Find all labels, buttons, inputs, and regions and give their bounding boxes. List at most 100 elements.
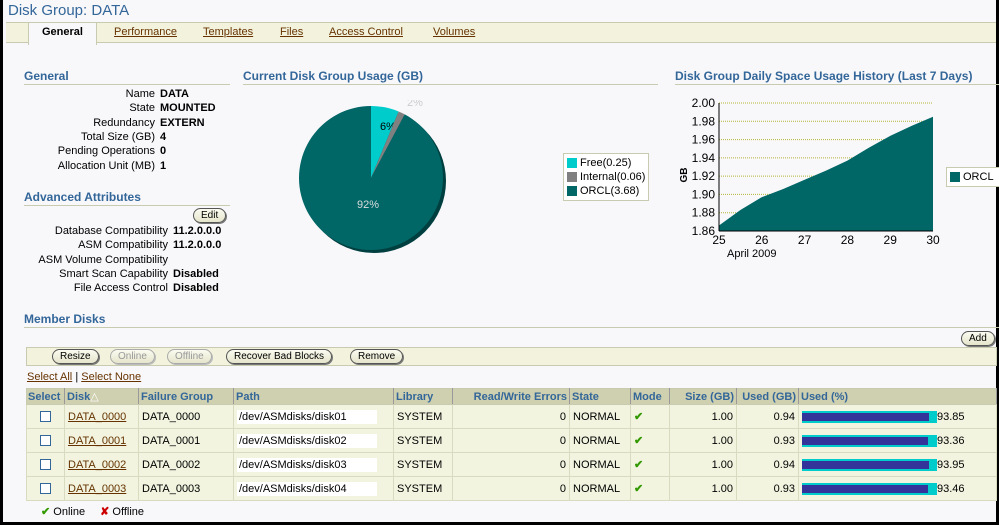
property-value: DATA xyxy=(160,88,189,100)
mode-legend: ✔ Online ✘ Offline xyxy=(41,505,144,518)
disk-link[interactable]: DATA_0003 xyxy=(68,483,126,495)
disk-link[interactable]: DATA_0000 xyxy=(68,411,126,423)
property-row: Database Compatibility 11.2.0.0.0 xyxy=(3,225,221,239)
y-tick-label: 1.94 xyxy=(692,151,716,165)
table-row: DATA_0003 DATA_0003/dev/ASMdisks/disk04 SY… xyxy=(26,476,997,501)
area-series-orcl xyxy=(719,116,933,231)
resize-button[interactable]: Resize xyxy=(52,349,99,364)
property-value: 1 xyxy=(160,159,167,172)
remove-button[interactable]: Remove xyxy=(350,349,404,364)
column-header-used-pct[interactable]: Used (%) xyxy=(798,388,997,405)
pie-divider xyxy=(243,84,658,85)
disk-link[interactable]: DATA_0001 xyxy=(68,435,126,447)
path-value: /dev/ASMdisks/disk04 xyxy=(237,481,377,496)
path-cell: /dev/ASMdisks/disk04 xyxy=(233,476,394,501)
column-header-disk[interactable]: Disk△ xyxy=(64,388,139,405)
library-cell: SYSTEM xyxy=(393,428,453,453)
online-button[interactable]: Online xyxy=(110,349,155,364)
path-cell: /dev/ASMdisks/disk03 xyxy=(233,452,394,477)
state-cell: NORMAL xyxy=(569,476,631,501)
state-cell: NORMAL xyxy=(569,404,631,429)
select-none-link[interactable]: Select None xyxy=(81,371,141,383)
column-header-library[interactable]: Library xyxy=(393,388,453,405)
column-header-state[interactable]: State xyxy=(569,388,631,405)
property-label: Name xyxy=(125,88,155,100)
property-value: Disabled xyxy=(173,267,219,280)
column-header-mode[interactable]: Mode xyxy=(630,388,670,405)
errors-cell: 0 xyxy=(452,404,570,429)
column-header-used-gb[interactable]: Used (GB) xyxy=(736,388,799,405)
y-axis-label: GB xyxy=(679,168,690,183)
select-cell xyxy=(26,476,65,501)
recover-bad-blocks-button[interactable]: Recover Bad Blocks xyxy=(226,349,333,364)
column-header-read-write-errors[interactable]: Read/Write Errors xyxy=(452,388,570,405)
legend-item-orcl: ORCL xyxy=(950,170,999,184)
path-cell: /dev/ASMdisks/disk01 xyxy=(233,404,394,429)
used-gb-cell: 0.94 xyxy=(736,404,799,429)
row-checkbox[interactable] xyxy=(40,483,51,495)
online-check-icon: ✔ xyxy=(634,459,644,471)
tab-volumes[interactable]: Volumes xyxy=(433,23,475,43)
legend-swatch xyxy=(567,158,577,168)
disk-cell: DATA_0003 xyxy=(64,476,139,501)
tab-performance[interactable]: Performance xyxy=(114,23,177,43)
property-row: ASM Volume Compatibility xyxy=(3,254,168,268)
online-check-icon: ✔ xyxy=(634,483,644,495)
usage-bar-fill xyxy=(802,484,929,493)
row-checkbox[interactable] xyxy=(40,411,51,423)
size-cell: 1.00 xyxy=(669,404,737,429)
usage-bar-fill xyxy=(802,412,929,421)
tab-access-control[interactable]: Access Control xyxy=(329,23,403,43)
column-header-failure-group[interactable]: Failure Group xyxy=(138,388,234,405)
add-disk-button[interactable]: Add xyxy=(961,331,995,346)
failure-group-cell: DATA_0000 xyxy=(138,404,234,429)
used-pct-value: 93.46 xyxy=(937,482,965,495)
mode-cell: ✔ xyxy=(630,452,670,477)
library-cell: SYSTEM xyxy=(393,476,453,501)
tab-general[interactable]: General xyxy=(28,23,97,45)
usage-bar xyxy=(802,410,937,423)
legend-label: Internal(0.06) xyxy=(580,171,646,183)
x-tick-label: 27 xyxy=(798,233,812,247)
y-tick-label: 1.96 xyxy=(692,133,716,147)
offline-button[interactable]: Offline xyxy=(167,349,212,364)
y-tick-label: 1.92 xyxy=(692,169,716,183)
select-cell xyxy=(26,428,65,453)
advanced-divider xyxy=(24,205,230,206)
row-checkbox[interactable] xyxy=(40,435,51,447)
page-title: Disk Group: DATA xyxy=(8,2,130,19)
tab-templates[interactable]: Templates xyxy=(203,23,253,43)
column-header-path[interactable]: Path xyxy=(233,388,394,405)
path-value: /dev/ASMdisks/disk01 xyxy=(237,409,377,424)
failure-group-cell: DATA_0001 xyxy=(138,428,234,453)
column-header-size[interactable]: Size (GB) xyxy=(669,388,737,405)
sort-ascending-icon: △ xyxy=(90,391,99,403)
used-pct-value: 93.85 xyxy=(937,410,965,423)
tab-files[interactable]: Files xyxy=(280,23,303,43)
row-checkbox[interactable] xyxy=(40,459,51,471)
member-disks-heading: Member Disks xyxy=(24,312,106,326)
mode-cell: ✔ xyxy=(630,404,670,429)
y-tick-label: 1.90 xyxy=(692,187,716,201)
usage-bar-fill xyxy=(802,460,929,469)
used-pct-value: 93.95 xyxy=(937,458,965,471)
property-label: File Access Control xyxy=(73,282,168,295)
pie-chart-title: Current Disk Group Usage (GB) xyxy=(243,69,424,83)
failure-group-cell: DATA_0003 xyxy=(138,476,234,501)
edit-button[interactable]: Edit xyxy=(193,208,227,223)
select-all-link[interactable]: Select All xyxy=(27,371,72,383)
property-value: EXTERN xyxy=(160,116,205,129)
online-check-icon: ✔ xyxy=(41,506,51,518)
mode-cell: ✔ xyxy=(630,428,670,453)
table-row: DATA_0001 DATA_0001/dev/ASMdisks/disk02 SY… xyxy=(26,428,997,453)
table-header-row: Select Disk△ Failure Group Path Library … xyxy=(26,388,997,405)
disk-link[interactable]: DATA_0002 xyxy=(68,459,126,471)
property-value: 0 xyxy=(160,145,167,158)
offline-legend-label: Offline xyxy=(112,506,145,518)
errors-cell: 0 xyxy=(452,452,570,477)
link-separator: | xyxy=(75,371,79,383)
x-tick-label: 25 xyxy=(712,233,726,247)
property-label: Smart Scan Capability xyxy=(59,267,168,280)
property-value: 11.2.0.0.0 xyxy=(173,225,222,237)
legend-item-orcl: ORCL(3.68) xyxy=(567,184,645,198)
